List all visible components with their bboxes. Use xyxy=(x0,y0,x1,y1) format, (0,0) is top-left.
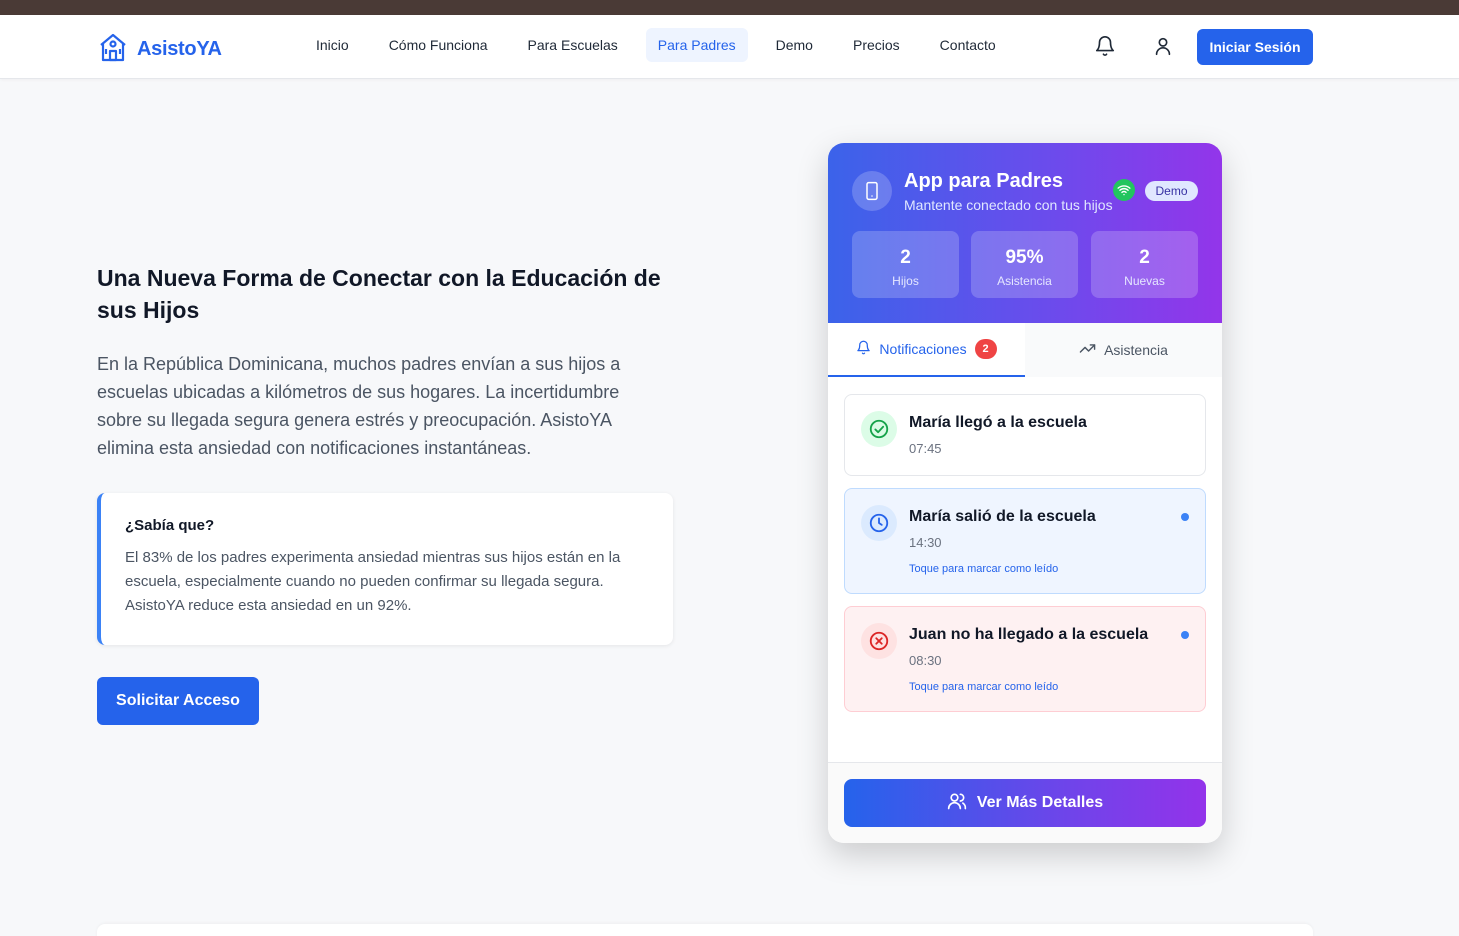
nav-item-demo[interactable]: Demo xyxy=(764,28,825,62)
request-access-button[interactable]: Solicitar Acceso xyxy=(97,677,259,725)
fact-text: El 83% de los padres experimenta ansieda… xyxy=(125,549,621,614)
tab-asistencia[interactable]: Asistencia xyxy=(1025,323,1222,377)
stat-new: 2 Nuevas xyxy=(1091,231,1198,298)
brand-name: AsistoYA xyxy=(137,38,222,60)
browser-top-strip xyxy=(0,0,1459,15)
bell-icon xyxy=(856,340,871,358)
stat-children: 2 Hijos xyxy=(852,231,959,298)
mark-as-read-hint[interactable]: Toque para marcar como leído xyxy=(909,563,1058,575)
app-title: App para Padres xyxy=(904,170,1063,192)
notification-time: 07:45 xyxy=(909,441,942,456)
nav-item-para-padres[interactable]: Para Padres xyxy=(645,28,748,62)
login-button[interactable]: Iniciar Sesión xyxy=(1197,29,1313,65)
stat-label: Hijos xyxy=(892,274,919,288)
notification-time: 08:30 xyxy=(909,653,942,668)
view-details-label: Ver Más Detalles xyxy=(976,794,1104,811)
demo-badge: Demo xyxy=(1145,181,1198,201)
user-icon[interactable] xyxy=(1150,33,1176,59)
tab-label: Asistencia xyxy=(1104,342,1168,358)
stat-value: 95% xyxy=(1005,247,1044,268)
stat-label: Asistencia xyxy=(997,274,1052,288)
app-footer: Ver Más Detalles xyxy=(828,762,1222,843)
bell-icon[interactable] xyxy=(1092,33,1118,59)
notification-count-badge: 2 xyxy=(974,339,997,359)
users-icon xyxy=(947,791,967,816)
stat-value: 2 xyxy=(1139,247,1150,268)
nav-item-precios[interactable]: Precios xyxy=(841,28,912,62)
view-details-button[interactable]: Ver Más Detalles xyxy=(844,779,1206,827)
brand-logo[interactable]: AsistoYA xyxy=(97,31,222,68)
tab-label: Notificaciones xyxy=(879,341,967,357)
navbar: AsistoYA Inicio Cómo Funciona Para Escue… xyxy=(0,15,1459,79)
fact-title: ¿Sabía que? xyxy=(125,517,215,534)
check-circle-icon xyxy=(861,411,897,447)
stat-value: 2 xyxy=(900,247,911,268)
notification-title: María salió de la escuela xyxy=(909,508,1096,525)
notification-item[interactable]: Juan no ha llegado a la escuela 08:30 To… xyxy=(844,606,1206,712)
trending-up-icon xyxy=(1079,340,1096,360)
school-icon xyxy=(97,31,129,68)
clock-icon xyxy=(861,505,897,541)
app-subtitle: Mantente conectado con tus hijos xyxy=(904,197,1113,213)
x-circle-icon xyxy=(861,623,897,659)
hero-description: En la República Dominicana, muchos padre… xyxy=(97,354,621,458)
wifi-icon xyxy=(1113,179,1135,201)
unread-dot xyxy=(1181,513,1189,521)
nav-item-inicio[interactable]: Inicio xyxy=(304,28,361,62)
notification-item[interactable]: María salió de la escuela 14:30 Toque pa… xyxy=(844,488,1206,594)
notification-item[interactable]: María llegó a la escuela 07:45 xyxy=(844,394,1206,476)
smartphone-icon xyxy=(852,171,892,211)
stat-label: Nuevas xyxy=(1124,274,1165,288)
stat-attendance: 95% Asistencia xyxy=(971,231,1078,298)
app-header: App para Padres Mantente conectado con t… xyxy=(828,143,1222,323)
next-section-card xyxy=(97,924,1313,936)
notification-time: 14:30 xyxy=(909,535,942,550)
notification-title: Juan no ha llegado a la escuela xyxy=(909,626,1149,643)
parent-app-mockup: App para Padres Mantente conectado con t… xyxy=(828,143,1222,843)
mark-as-read-hint[interactable]: Toque para marcar como leído xyxy=(909,681,1058,693)
app-tabs: Notificaciones 2 Asistencia xyxy=(828,323,1222,377)
nav-item-para-escuelas[interactable]: Para Escuelas xyxy=(516,28,630,62)
nav-item-como-funciona[interactable]: Cómo Funciona xyxy=(377,28,500,62)
unread-dot xyxy=(1181,631,1189,639)
tab-notificaciones[interactable]: Notificaciones 2 xyxy=(828,323,1025,377)
notification-title: María llegó a la escuela xyxy=(909,414,1087,431)
fact-card: ¿Sabía que? El 83% de los padres experim… xyxy=(97,493,673,645)
hero-title: Una Nueva Forma de Conectar con la Educa… xyxy=(97,265,661,323)
nav-icons xyxy=(1092,33,1176,59)
nav-item-contacto[interactable]: Contacto xyxy=(928,28,1008,62)
main-menu: Inicio Cómo Funciona Para Escuelas Para … xyxy=(304,28,1020,62)
